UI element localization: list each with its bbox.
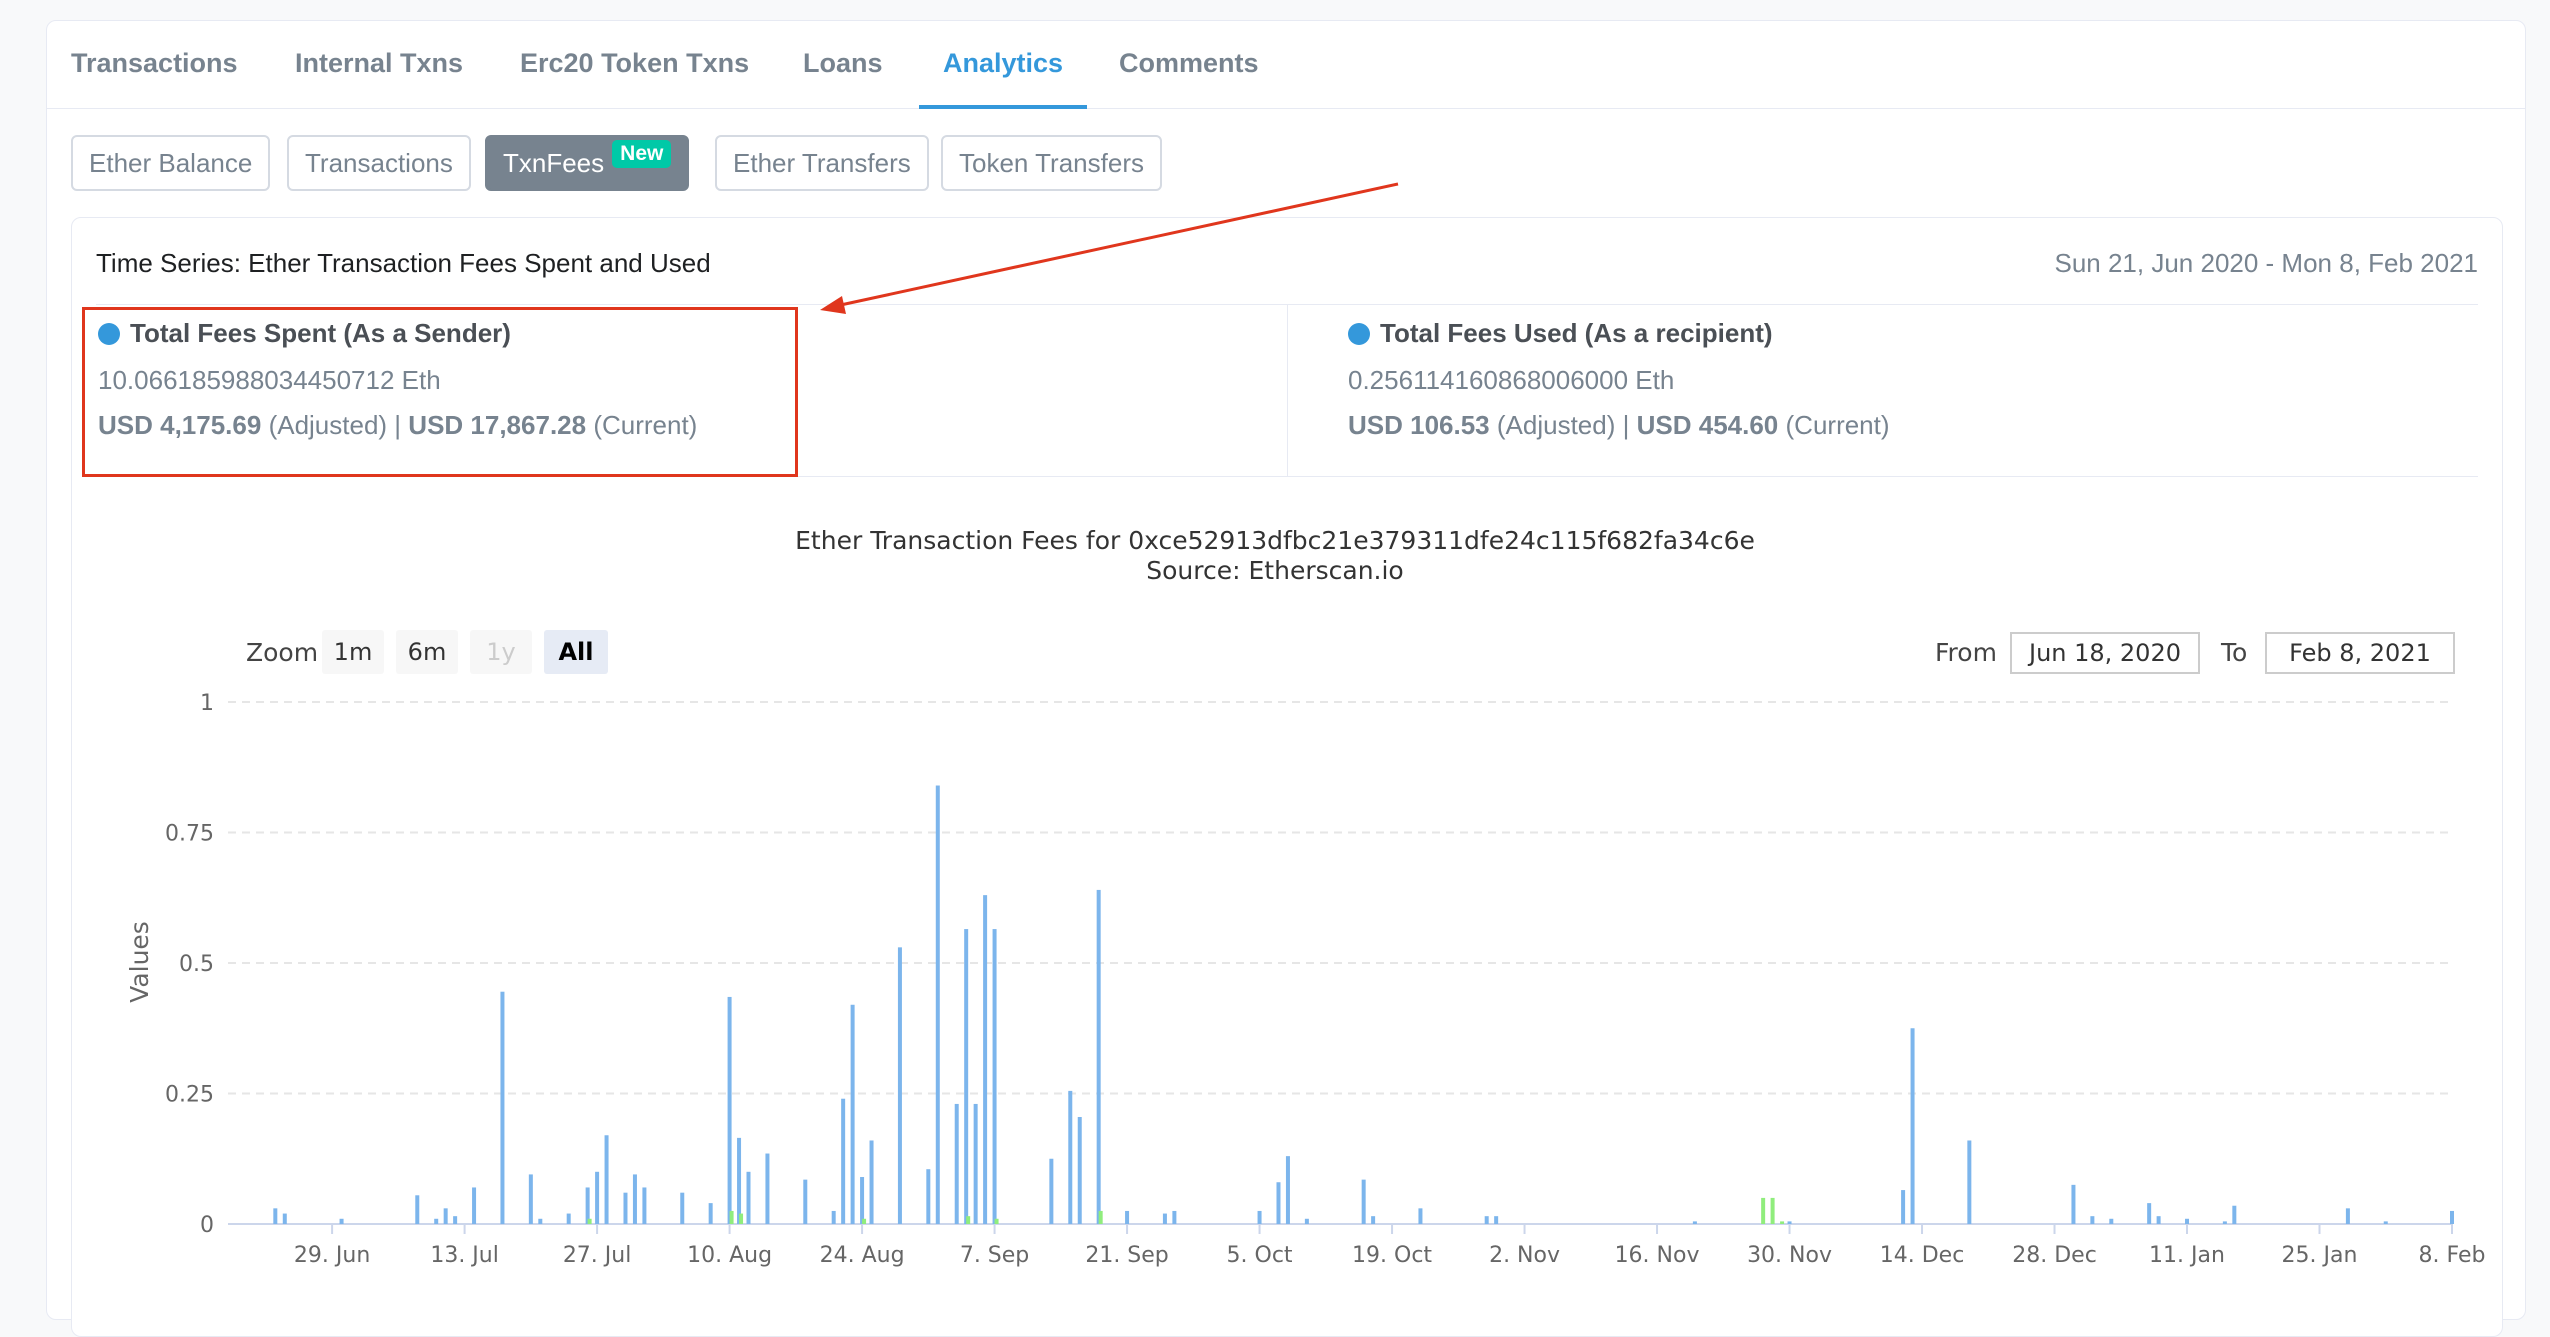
used-dot-icon [1348,322,1370,345]
separator: | [394,410,402,440]
adjusted-label: (Adjusted) [268,410,388,440]
fees-spent-usd: USD 4,175.69 (Adjusted) | USD 17,867.28 … [98,410,1198,441]
from-date-input[interactable]: Jun 18, 2020 [2010,632,2200,674]
fees-spent-heading: Total Fees Spent (As a Sender) [130,318,511,348]
tab-analytics[interactable]: Analytics [919,21,1088,109]
fees-used-heading: Total Fees Used (As a recipient) [1380,318,1773,348]
tab-bar: Transactions Internal Txns Erc20 Token T… [47,21,2525,109]
chart-subtitle: Source: Etherscan.io [1146,556,1404,585]
zoom-6m-button[interactable]: 6m [396,630,458,674]
zoom-1y-button[interactable]: 1y [470,630,532,674]
divider [96,476,2478,477]
tab-internal-txns[interactable]: Internal Txns [295,21,463,109]
fees-spent-heading-row: Total Fees Spent (As a Sender) [98,318,1198,349]
chart-title: Ether Transaction Fees for 0xce52913dfbc… [795,526,1755,555]
tab-erc20-token-txns[interactable]: Erc20 Token Txns [520,21,749,109]
subtab-token-transfers[interactable]: Token Transfers [941,135,1162,191]
zoom-label: Zoom [246,638,319,667]
to-label: To [2221,638,2248,667]
txnfees-panel: Time Series: Ether Transaction Fees Spen… [71,217,2503,1337]
zoom-all-button[interactable]: All [544,630,608,674]
subtab-transactions[interactable]: Transactions [287,135,471,191]
fees-spent-eth: 10.066185988034450712 Eth [98,365,441,395]
fees-used-usd-adjusted: USD 106.53 [1348,410,1490,440]
adjusted-label: (Adjusted) [1496,410,1616,440]
tab-comments[interactable]: Comments [1119,21,1259,109]
fees-used-heading-row: Total Fees Used (As a recipient) [1348,318,2448,349]
new-badge: New [612,140,672,168]
subtab-txnfees-label: TxnFees [503,148,605,178]
fees-used-usd-current: USD 454.60 [1636,410,1779,440]
subtab-ether-balance[interactable]: Ether Balance [71,135,271,191]
current-label: (Current) [593,410,698,440]
fees-spent-usd-adjusted: USD 4,175.69 [98,410,262,440]
stats-divider [1287,304,1288,476]
subtab-ether-transfers[interactable]: Ether Transfers [715,135,929,191]
tab-loans[interactable]: Loans [803,21,883,109]
from-label: From [1935,638,1997,667]
fees-used-stat: Total Fees Used (As a recipient) 0.25611… [1348,318,2448,441]
panel-title: Time Series: Ether Transaction Fees Spen… [96,248,711,278]
subtab-txnfees[interactable]: TxnFees New [485,135,690,191]
spent-dot-icon [98,322,120,345]
zoom-1m-button[interactable]: 1m [322,630,384,674]
panel-date-range: Sun 21, Jun 2020 - Mon 8, Feb 2021 [2054,248,2478,278]
fees-spent-stat: Total Fees Spent (As a Sender) 10.066185… [98,318,1198,441]
fees-used-eth: 0.256114160868006000 Eth [1348,365,1675,395]
tab-transactions[interactable]: Transactions [71,21,238,109]
current-label: (Current) [1785,410,1890,440]
separator: | [1622,410,1630,440]
to-date-input[interactable]: Feb 8, 2021 [2265,632,2455,674]
fees-used-usd: USD 106.53 (Adjusted) | USD 454.60 (Curr… [1348,410,2448,441]
fees-spent-usd-current: USD 17,867.28 [408,410,587,440]
